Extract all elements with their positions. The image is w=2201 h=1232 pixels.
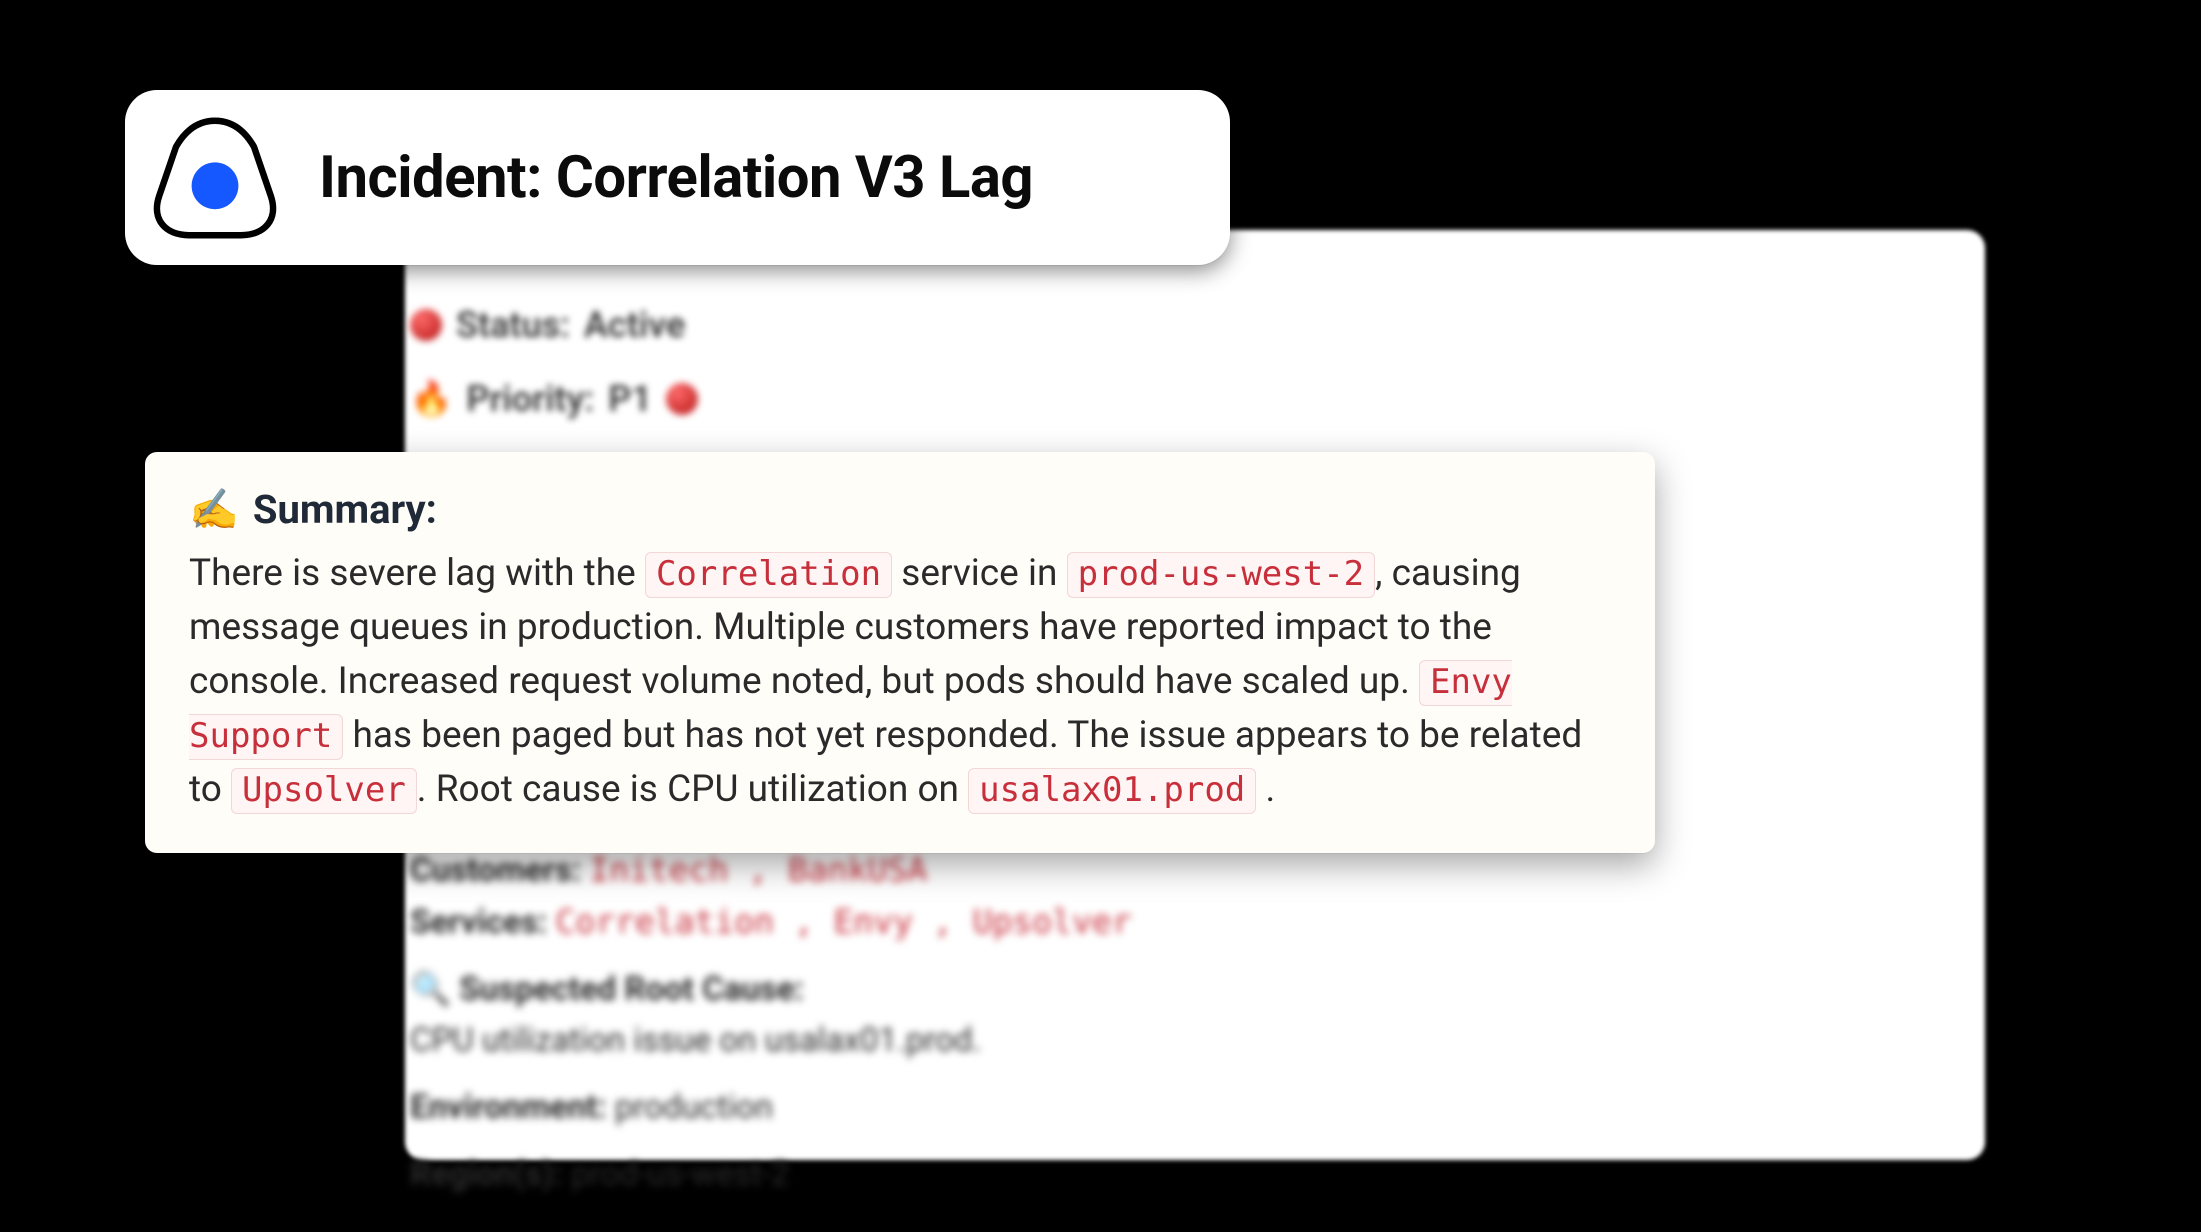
- customers-label: Customers:: [410, 851, 581, 890]
- root-cause-label: Suspected Root Cause:: [459, 970, 804, 1009]
- status-value: Active: [584, 304, 685, 346]
- writing-hand-icon: ✍️: [189, 486, 239, 533]
- incident-title: Incident: Correlation V3 Lag: [319, 144, 1033, 212]
- summary-t2: service in: [892, 552, 1066, 595]
- priority-dot-icon: [666, 383, 698, 415]
- status-row: Status: Active: [410, 304, 685, 346]
- details-block: Customers: Initech , BankUSA Services: C…: [410, 850, 1610, 1206]
- customers-value: Initech , BankUSA: [589, 850, 927, 889]
- root-cause-value: CPU utilization issue on usalax01.prod.: [410, 1021, 981, 1060]
- app-logo-icon: [149, 112, 281, 244]
- code-usalax01-prod: usalax01.prod: [968, 768, 1256, 814]
- priority-label: Priority:: [466, 378, 594, 420]
- code-prod-us-west-2: prod-us-west-2: [1067, 552, 1376, 598]
- flame-icon: 🔥: [410, 379, 452, 419]
- region-label: Region(s):: [410, 1155, 563, 1194]
- magnifier-icon: 🔍: [410, 970, 451, 1009]
- status-label: Status:: [456, 304, 570, 346]
- incident-header: Incident: Correlation V3 Lag: [125, 90, 1230, 265]
- summary-t1: There is severe lag with the: [189, 552, 645, 595]
- summary-card: ✍️ Summary: There is severe lag with the…: [145, 452, 1655, 853]
- region-value: prod-us-west-2: [571, 1155, 789, 1194]
- environment-value: production: [615, 1088, 773, 1127]
- summary-t6: .: [1256, 768, 1275, 811]
- priority-value: P1: [608, 378, 652, 420]
- summary-heading-text: Summary:: [253, 486, 437, 533]
- environment-label: Environment:: [410, 1088, 607, 1127]
- summary-body: There is severe lag with the Correlation…: [189, 547, 1611, 817]
- code-upsolver: Upsolver: [231, 768, 417, 814]
- code-correlation: Correlation: [645, 552, 892, 598]
- summary-t5: . Root cause is CPU utilization on: [417, 768, 968, 811]
- summary-heading: ✍️ Summary:: [189, 486, 1611, 533]
- services-label: Services:: [410, 903, 547, 942]
- priority-row: 🔥 Priority: P1: [410, 378, 698, 420]
- status-dot-icon: [410, 309, 442, 341]
- services-value: Correlation , Envy , Upsolver: [555, 902, 1131, 941]
